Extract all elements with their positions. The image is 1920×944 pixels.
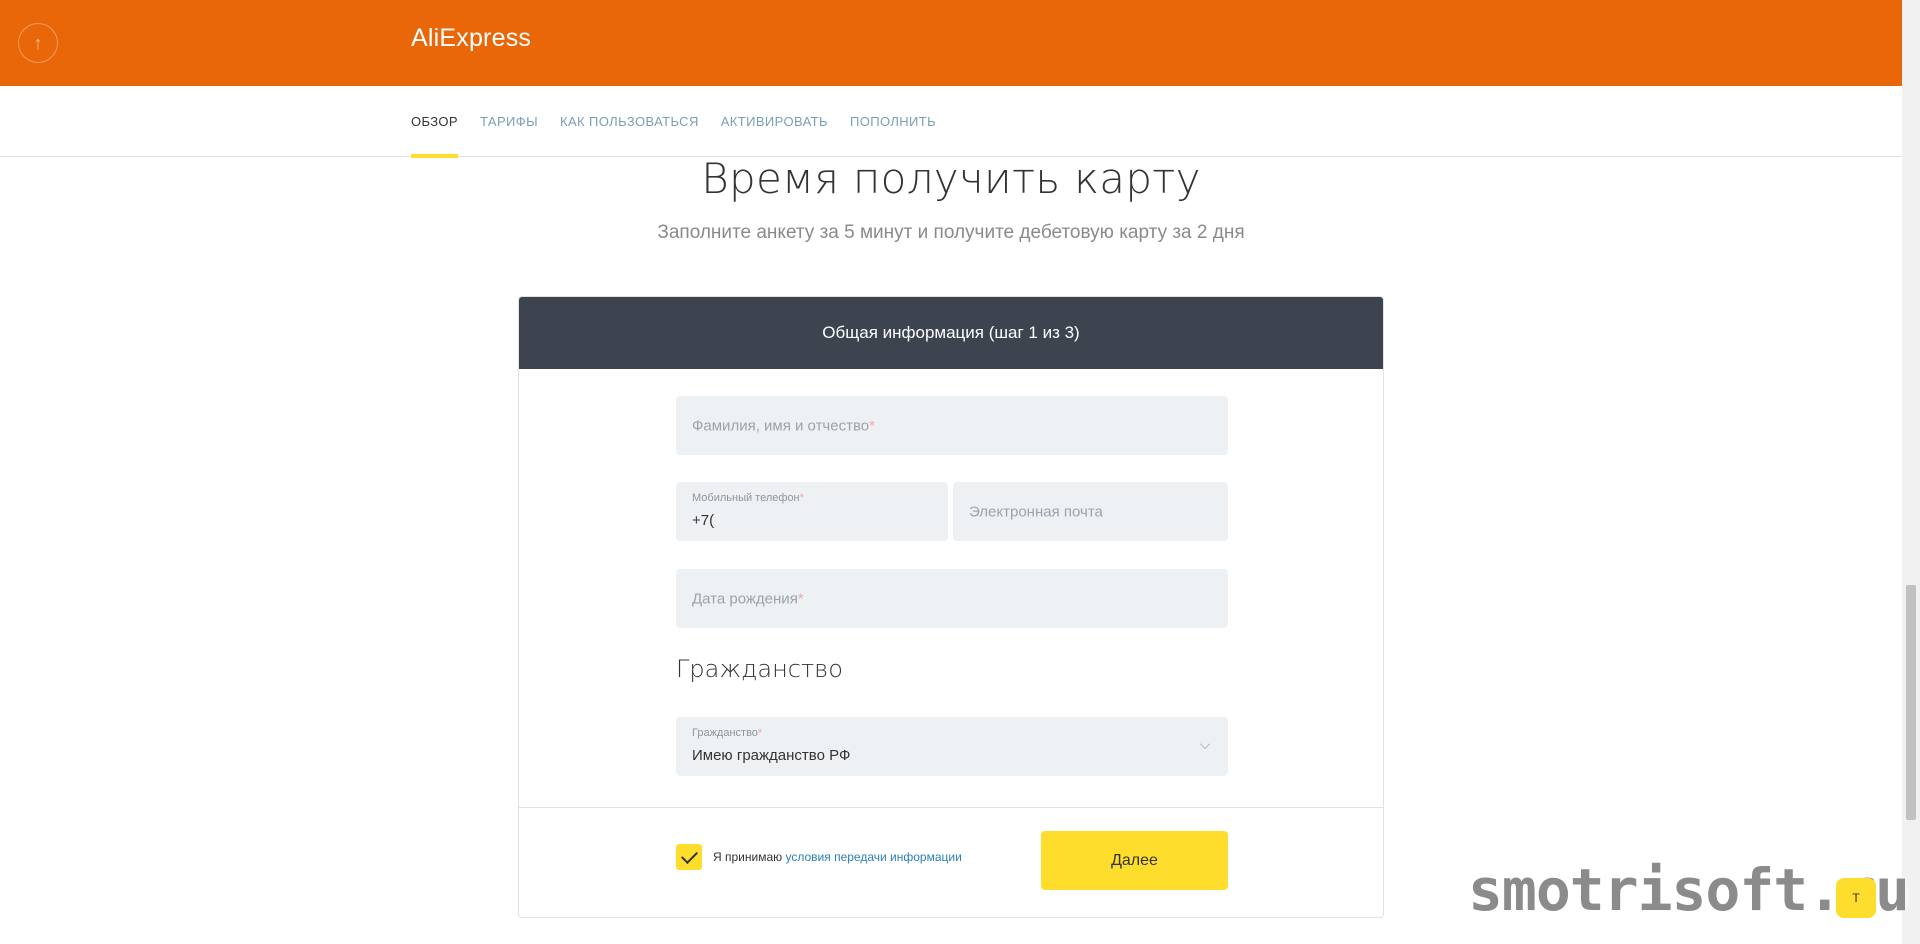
birth-date-input[interactable]: Дата рождения*: [676, 569, 1228, 628]
tab-how-to-use[interactable]: КАК ПОЛЬЗОВАТЬСЯ: [560, 86, 699, 157]
fio-placeholder: Фамилия, имя и отчество*: [692, 417, 875, 434]
citizenship-select[interactable]: Гражданство* Имею гражданство РФ: [676, 717, 1228, 776]
nav-tabs: ОБЗОР ТАРИФЫ КАК ПОЛЬЗОВАТЬСЯ АКТИВИРОВА…: [411, 86, 936, 158]
page-subtitle: Заполните анкету за 5 минут и получите д…: [657, 222, 1245, 243]
tab-activate[interactable]: АКТИВИРОВАТЬ: [721, 86, 828, 157]
phone-label: Мобильный телефон*: [692, 492, 804, 504]
fio-input[interactable]: Фамилия, имя и отчество*: [676, 396, 1228, 455]
application-form-card: Общая информация (шаг 1 из 3) Фамилия, и…: [518, 296, 1384, 918]
form-divider: [519, 807, 1383, 808]
tab-top-up[interactable]: ПОПОЛНИТЬ: [850, 86, 936, 157]
scrollbar-thumb[interactable]: [1906, 585, 1916, 820]
consent-terms-link[interactable]: условия передачи информации: [785, 850, 961, 864]
phone-input[interactable]: Мобильный телефон* +7(: [676, 482, 948, 541]
tab-overview[interactable]: ОБЗОР: [411, 86, 458, 158]
brand-title: AliExpress: [411, 24, 532, 52]
citizenship-section-title: Гражданство: [676, 655, 843, 683]
consent-text: Я принимаю условия передачи информации: [713, 850, 962, 864]
birth-date-placeholder: Дата рождения*: [692, 590, 804, 607]
tab-tariffs[interactable]: ТАРИФЫ: [480, 86, 538, 157]
email-input[interactable]: Электронная почта: [953, 482, 1228, 541]
arrow-up-icon[interactable]: ↑: [18, 23, 58, 63]
consent-checkbox[interactable]: [676, 844, 702, 870]
citizenship-value: Имею гражданство РФ: [692, 747, 851, 764]
page-title: Время получить карту: [701, 154, 1201, 203]
chevron-down-icon: [1200, 739, 1210, 749]
form-step-header: Общая информация (шаг 1 из 3): [519, 297, 1383, 369]
watermark-badge: T: [1836, 878, 1876, 918]
next-button[interactable]: Далее: [1041, 831, 1228, 890]
nav-tabs-bar: ОБЗОР ТАРИФЫ КАК ПОЛЬЗОВАТЬСЯ АКТИВИРОВА…: [0, 86, 1902, 158]
citizenship-label: Гражданство*: [692, 727, 763, 739]
email-placeholder: Электронная почта: [969, 503, 1103, 520]
phone-value: +7(: [692, 512, 715, 529]
top-header: ↑ AliExpress: [0, 0, 1902, 86]
